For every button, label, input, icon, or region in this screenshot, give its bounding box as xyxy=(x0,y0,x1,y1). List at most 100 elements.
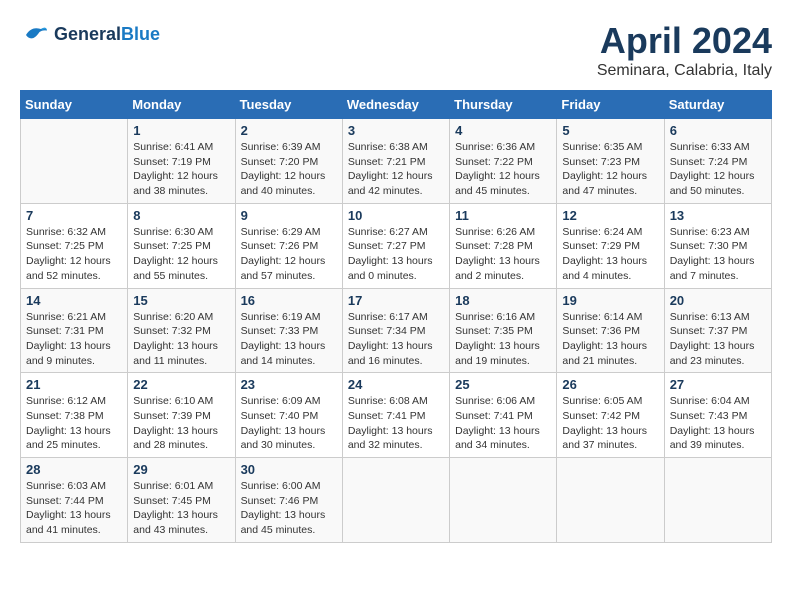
day-of-week-header: Friday xyxy=(557,91,664,119)
calendar-cell: 5 Sunrise: 6:35 AMSunset: 7:23 PMDaylight… xyxy=(557,119,664,204)
calendar-cell: 10 Sunrise: 6:27 AMSunset: 7:27 PMDayligh… xyxy=(342,203,449,288)
calendar-cell: 25 Sunrise: 6:06 AMSunset: 7:41 PMDayligh… xyxy=(450,373,557,458)
calendar-cell: 24Sunrise: 6:08 AMSunset: 7:41 PMDayligh… xyxy=(342,373,449,458)
calendar-cell: 12 Sunrise: 6:24 AMSunset: 7:29 PMDayligh… xyxy=(557,203,664,288)
calendar-cell: 21 Sunrise: 6:12 AMSunset: 7:38 PMDayligh… xyxy=(21,373,128,458)
calendar-cell: 3 Sunrise: 6:38 AMSunset: 7:21 PMDaylight… xyxy=(342,119,449,204)
day-info: Sunrise: 6:33 AMSunset: 7:24 PMDaylight:… xyxy=(670,140,766,199)
calendar-cell xyxy=(450,458,557,543)
calendar-cell: 22 Sunrise: 6:10 AMSunset: 7:39 PMDayligh… xyxy=(128,373,235,458)
day-info: Sunrise: 6:04 AMSunset: 7:43 PMDaylight:… xyxy=(670,394,766,453)
day-number: 18 xyxy=(455,293,551,308)
day-number: 9 xyxy=(241,208,337,223)
day-number: 7 xyxy=(26,208,122,223)
calendar-cell: 28 Sunrise: 6:03 AMSunset: 7:44 PMDayligh… xyxy=(21,458,128,543)
day-number: 8 xyxy=(133,208,229,223)
logo-bird-icon xyxy=(20,20,50,50)
day-number: 14 xyxy=(26,293,122,308)
day-number: 10 xyxy=(348,208,444,223)
day-number: 2 xyxy=(241,123,337,138)
day-info: Sunrise: 6:13 AMSunset: 7:37 PMDaylight:… xyxy=(670,310,766,369)
calendar-cell: 14 Sunrise: 6:21 AMSunset: 7:31 PMDayligh… xyxy=(21,288,128,373)
day-number: 19 xyxy=(562,293,658,308)
calendar-cell: 18 Sunrise: 6:16 AMSunset: 7:35 PMDayligh… xyxy=(450,288,557,373)
day-number: 22 xyxy=(133,377,229,392)
calendar-week-row: 7Sunrise: 6:32 AMSunset: 7:25 PMDaylight… xyxy=(21,203,772,288)
day-number: 21 xyxy=(26,377,122,392)
day-of-week-header: Sunday xyxy=(21,91,128,119)
calendar-week-row: 28 Sunrise: 6:03 AMSunset: 7:44 PMDayligh… xyxy=(21,458,772,543)
calendar-table: SundayMondayTuesdayWednesdayThursdayFrid… xyxy=(20,90,772,543)
day-number: 23 xyxy=(241,377,337,392)
day-number: 24 xyxy=(348,377,444,392)
calendar-cell: 26 Sunrise: 6:05 AMSunset: 7:42 PMDayligh… xyxy=(557,373,664,458)
day-info: Sunrise: 6:38 AMSunset: 7:21 PMDaylight:… xyxy=(348,140,444,199)
location-text: Seminara, Calabria, Italy xyxy=(597,62,772,80)
day-info: Sunrise: 6:05 AMSunset: 7:42 PMDaylight:… xyxy=(562,394,658,453)
day-number: 25 xyxy=(455,377,551,392)
calendar-cell: 4Sunrise: 6:36 AMSunset: 7:22 PMDaylight… xyxy=(450,119,557,204)
day-info: Sunrise: 6:21 AMSunset: 7:31 PMDaylight:… xyxy=(26,310,122,369)
title-block: April 2024 Seminara, Calabria, Italy xyxy=(597,20,772,80)
day-number: 17 xyxy=(348,293,444,308)
day-number: 28 xyxy=(26,462,122,477)
day-number: 13 xyxy=(670,208,766,223)
day-info: Sunrise: 6:14 AMSunset: 7:36 PMDaylight:… xyxy=(562,310,658,369)
calendar-cell xyxy=(21,119,128,204)
calendar-cell xyxy=(557,458,664,543)
calendar-week-row: 1 Sunrise: 6:41 AMSunset: 7:19 PMDaylight… xyxy=(21,119,772,204)
day-info: Sunrise: 6:20 AMSunset: 7:32 PMDaylight:… xyxy=(133,310,229,369)
calendar-cell: 15 Sunrise: 6:20 AMSunset: 7:32 PMDayligh… xyxy=(128,288,235,373)
calendar-cell: 1 Sunrise: 6:41 AMSunset: 7:19 PMDaylight… xyxy=(128,119,235,204)
day-info: Sunrise: 6:26 AMSunset: 7:28 PMDaylight:… xyxy=(455,225,551,284)
day-number: 1 xyxy=(133,123,229,138)
calendar-cell: 17 Sunrise: 6:17 AMSunset: 7:34 PMDayligh… xyxy=(342,288,449,373)
calendar-cell: 20 Sunrise: 6:13 AMSunset: 7:37 PMDayligh… xyxy=(664,288,771,373)
day-of-week-header: Saturday xyxy=(664,91,771,119)
day-number: 30 xyxy=(241,462,337,477)
day-info: Sunrise: 6:19 AMSunset: 7:33 PMDaylight:… xyxy=(241,310,337,369)
day-number: 4 xyxy=(455,123,551,138)
calendar-week-row: 21 Sunrise: 6:12 AMSunset: 7:38 PMDayligh… xyxy=(21,373,772,458)
day-info: Sunrise: 6:24 AMSunset: 7:29 PMDaylight:… xyxy=(562,225,658,284)
days-of-week-row: SundayMondayTuesdayWednesdayThursdayFrid… xyxy=(21,91,772,119)
day-number: 20 xyxy=(670,293,766,308)
day-info: Sunrise: 6:12 AMSunset: 7:38 PMDaylight:… xyxy=(26,394,122,453)
logo-text: GeneralBlue xyxy=(54,25,160,45)
calendar-cell: 13 Sunrise: 6:23 AMSunset: 7:30 PMDayligh… xyxy=(664,203,771,288)
day-number: 15 xyxy=(133,293,229,308)
day-info: Sunrise: 6:17 AMSunset: 7:34 PMDaylight:… xyxy=(348,310,444,369)
day-of-week-header: Tuesday xyxy=(235,91,342,119)
day-info: Sunrise: 6:35 AMSunset: 7:23 PMDaylight:… xyxy=(562,140,658,199)
calendar-cell: 11Sunrise: 6:26 AMSunset: 7:28 PMDayligh… xyxy=(450,203,557,288)
day-number: 16 xyxy=(241,293,337,308)
day-number: 26 xyxy=(562,377,658,392)
calendar-cell: 8 Sunrise: 6:30 AMSunset: 7:25 PMDaylight… xyxy=(128,203,235,288)
day-number: 12 xyxy=(562,208,658,223)
day-info: Sunrise: 6:29 AMSunset: 7:26 PMDaylight:… xyxy=(241,225,337,284)
day-info: Sunrise: 6:01 AMSunset: 7:45 PMDaylight:… xyxy=(133,479,229,538)
calendar-cell: 2 Sunrise: 6:39 AMSunset: 7:20 PMDaylight… xyxy=(235,119,342,204)
calendar-cell: 19 Sunrise: 6:14 AMSunset: 7:36 PMDayligh… xyxy=(557,288,664,373)
calendar-cell: 7Sunrise: 6:32 AMSunset: 7:25 PMDaylight… xyxy=(21,203,128,288)
day-info: Sunrise: 6:03 AMSunset: 7:44 PMDaylight:… xyxy=(26,479,122,538)
day-of-week-header: Thursday xyxy=(450,91,557,119)
day-info: Sunrise: 6:10 AMSunset: 7:39 PMDaylight:… xyxy=(133,394,229,453)
day-info: Sunrise: 6:30 AMSunset: 7:25 PMDaylight:… xyxy=(133,225,229,284)
calendar-cell xyxy=(664,458,771,543)
calendar-cell: 23 Sunrise: 6:09 AMSunset: 7:40 PMDayligh… xyxy=(235,373,342,458)
day-number: 5 xyxy=(562,123,658,138)
day-info: Sunrise: 6:41 AMSunset: 7:19 PMDaylight:… xyxy=(133,140,229,199)
calendar-cell: 30Sunrise: 6:00 AMSunset: 7:46 PMDayligh… xyxy=(235,458,342,543)
day-info: Sunrise: 6:16 AMSunset: 7:35 PMDaylight:… xyxy=(455,310,551,369)
day-info: Sunrise: 6:39 AMSunset: 7:20 PMDaylight:… xyxy=(241,140,337,199)
day-number: 29 xyxy=(133,462,229,477)
day-number: 3 xyxy=(348,123,444,138)
day-info: Sunrise: 6:09 AMSunset: 7:40 PMDaylight:… xyxy=(241,394,337,453)
day-info: Sunrise: 6:23 AMSunset: 7:30 PMDaylight:… xyxy=(670,225,766,284)
day-info: Sunrise: 6:06 AMSunset: 7:41 PMDaylight:… xyxy=(455,394,551,453)
page-header: GeneralBlue April 2024 Seminara, Calabri… xyxy=(20,20,772,80)
day-info: Sunrise: 6:27 AMSunset: 7:27 PMDaylight:… xyxy=(348,225,444,284)
logo: GeneralBlue xyxy=(20,20,160,50)
calendar-cell: 27Sunrise: 6:04 AMSunset: 7:43 PMDayligh… xyxy=(664,373,771,458)
